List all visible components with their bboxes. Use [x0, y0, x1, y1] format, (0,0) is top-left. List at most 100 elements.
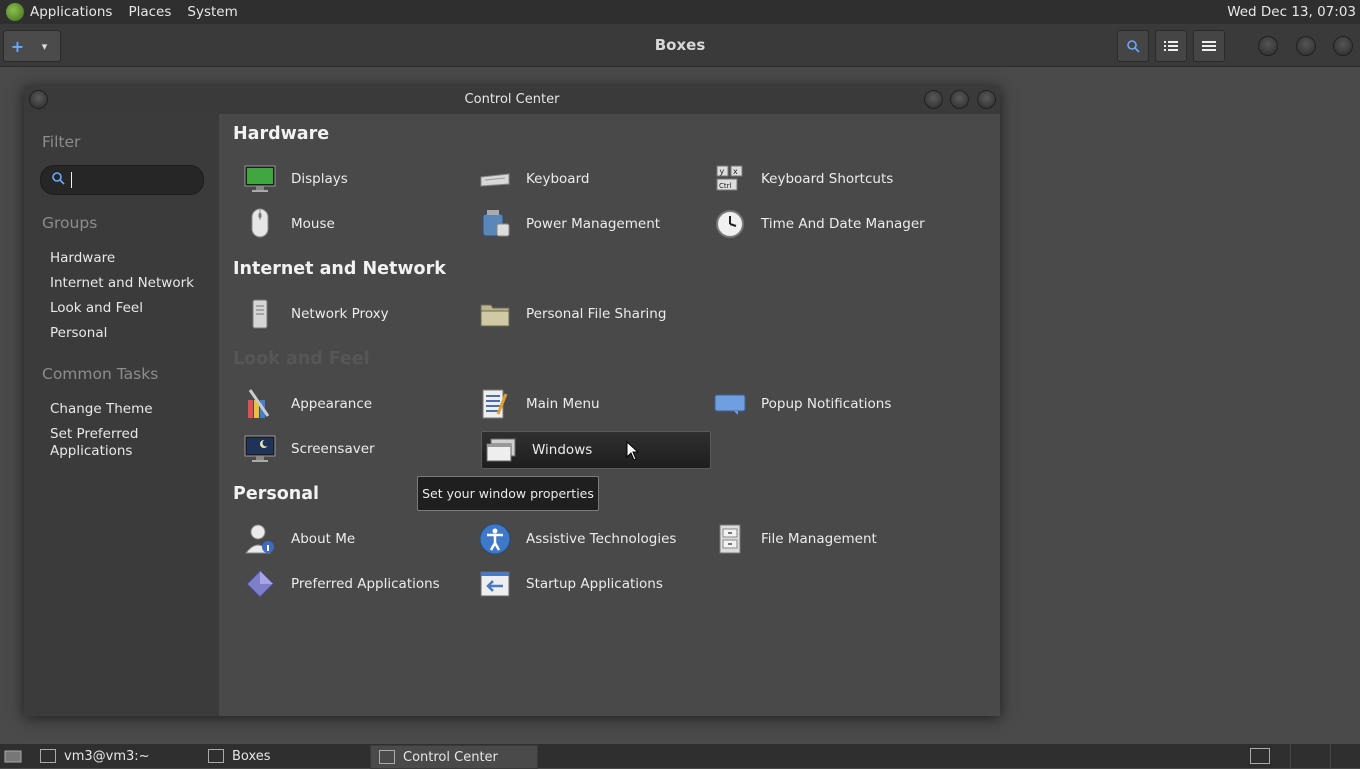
menu-system[interactable]: System: [187, 4, 237, 20]
common-tasks-heading: Common Tasks: [42, 365, 159, 383]
control-center-titlebar[interactable]: Control Center: [24, 86, 1000, 115]
distro-logo-icon[interactable]: [6, 3, 24, 21]
group-link-hardware[interactable]: Hardware: [50, 250, 115, 266]
tile-preferred-applications[interactable]: Preferred Applications: [231, 566, 459, 602]
tile-file-management[interactable]: File Management: [701, 521, 929, 557]
section-title-personal: Personal: [233, 484, 320, 504]
section-title-hardware: Hardware: [233, 124, 330, 144]
tile-windows[interactable]: Windows: [481, 431, 711, 469]
search-icon: [51, 171, 65, 185]
tooltip: Set your window properties: [417, 476, 599, 511]
tile-label: Assistive Technologies: [526, 531, 677, 547]
hamburger-icon: [1202, 41, 1216, 51]
list-icon: [1164, 41, 1178, 51]
group-link-personal[interactable]: Personal: [50, 325, 107, 341]
tile-keyboard[interactable]: Keyboard: [466, 161, 694, 197]
tile-time-date[interactable]: Time And Date Manager: [701, 206, 929, 242]
user-info-icon: [243, 523, 277, 555]
top-panel: Applications Places System Wed Dec 13, 0…: [0, 0, 1360, 24]
tile-label: Screensaver: [291, 441, 375, 457]
tray-control-center-icon[interactable]: [1244, 745, 1274, 767]
tile-label: Keyboard Shortcuts: [761, 171, 894, 187]
tile-startup-applications[interactable]: Startup Applications: [466, 566, 694, 602]
notification-icon: [713, 388, 747, 420]
startup-apps-icon: [478, 568, 512, 600]
taskbar-item-control-center[interactable]: Control Center: [370, 745, 538, 769]
menu-applications[interactable]: Applications: [30, 4, 112, 20]
settings-content: Hardware Displays Keyboard y x Ctrl Keyboa…: [219, 114, 1000, 716]
cc-maximize-button[interactable]: [950, 90, 969, 109]
tile-label: Keyboard: [526, 171, 590, 187]
cc-minimize-button[interactable]: [924, 90, 943, 109]
tile-label: Personal File Sharing: [526, 306, 667, 322]
group-link-internet[interactable]: Internet and Network: [50, 275, 194, 291]
taskbar-item-boxes[interactable]: Boxes: [200, 745, 368, 767]
panel-separator: [1290, 744, 1291, 768]
svg-text:x: x: [733, 167, 738, 176]
tile-personal-file-sharing[interactable]: Personal File Sharing: [466, 296, 694, 332]
ctrl-key-label: Ctrl: [719, 182, 732, 190]
filter-field[interactable]: [40, 165, 204, 195]
section-title-internet: Internet and Network: [233, 259, 446, 279]
tile-appearance[interactable]: Appearance: [231, 386, 459, 422]
tile-label: Mouse: [291, 216, 335, 232]
filter-input[interactable]: [69, 170, 198, 190]
tile-main-menu[interactable]: Main Menu: [466, 386, 694, 422]
control-center-tray-icon: [1250, 748, 1270, 764]
tile-label: Time And Date Manager: [761, 216, 925, 232]
close-button[interactable]: [1333, 36, 1353, 56]
task-set-preferred-apps[interactable]: Set Preferred Applications: [50, 426, 138, 460]
task-change-theme[interactable]: Change Theme: [50, 401, 153, 417]
cc-close-button[interactable]: [977, 90, 996, 109]
boxes-headerbar: + ▾ Boxes: [0, 24, 1360, 67]
search-button[interactable]: [1117, 30, 1149, 62]
groups-heading: Groups: [42, 214, 98, 232]
tile-about-me[interactable]: About Me: [231, 521, 459, 557]
terminal-icon: [40, 749, 56, 763]
tile-assistive-technologies[interactable]: Assistive Technologies: [466, 521, 694, 557]
clock-icon: [713, 208, 747, 240]
control-center-title: Control Center: [464, 92, 560, 107]
text-cursor: [71, 172, 72, 188]
boxes-icon: [208, 749, 224, 763]
list-view-button[interactable]: [1155, 30, 1187, 62]
accessibility-icon: [478, 523, 512, 555]
menu-places[interactable]: Places: [128, 4, 171, 20]
preferred-apps-icon: [243, 568, 277, 600]
new-box-button[interactable]: + ▾: [3, 30, 61, 62]
maximize-button[interactable]: [1296, 36, 1316, 56]
taskbar-label: Boxes: [232, 748, 271, 764]
screensaver-icon: [243, 433, 277, 465]
tile-label: Startup Applications: [526, 576, 663, 592]
svg-text:y: y: [720, 167, 725, 176]
tile-displays[interactable]: Displays: [231, 161, 459, 197]
file-cabinet-icon: [713, 523, 747, 555]
bottom-panel: vm3@vm3:~ Boxes Control Center: [0, 744, 1360, 769]
tile-label: Displays: [291, 171, 348, 187]
tile-label: Preferred Applications: [291, 576, 440, 592]
folder-icon: [478, 298, 512, 330]
tile-mouse[interactable]: Mouse: [231, 206, 459, 242]
show-desktop-button[interactable]: [0, 745, 30, 767]
tile-power-management[interactable]: Power Management: [466, 206, 694, 242]
clock[interactable]: Wed Dec 13, 07:03: [1227, 4, 1356, 20]
power-management-icon: [478, 208, 512, 240]
keyboard-shortcuts-icon: y x Ctrl: [713, 163, 747, 195]
group-link-look-feel[interactable]: Look and Feel: [50, 300, 143, 316]
taskbar-label: Control Center: [403, 749, 498, 765]
tile-label: Windows: [532, 442, 593, 458]
taskbar-item-terminal[interactable]: vm3@vm3:~: [32, 745, 200, 767]
tile-keyboard-shortcuts[interactable]: y x Ctrl Keyboard Shortcuts: [701, 161, 929, 197]
search-icon: [1127, 40, 1140, 53]
tile-screensaver[interactable]: Screensaver: [231, 431, 459, 467]
chevron-down-icon: ▾: [41, 39, 48, 53]
sidebar: Filter Groups Hardware Internet and Netw…: [24, 114, 219, 716]
tile-label: Power Management: [526, 216, 661, 232]
tile-network-proxy[interactable]: Network Proxy: [231, 296, 459, 332]
keyboard-icon: [478, 163, 512, 195]
windows-icon: [484, 434, 518, 466]
tile-popup-notifications[interactable]: Popup Notifications: [701, 386, 929, 422]
minimize-button[interactable]: [1258, 36, 1278, 56]
tile-label: Network Proxy: [291, 306, 389, 322]
menu-button[interactable]: [1193, 30, 1225, 62]
